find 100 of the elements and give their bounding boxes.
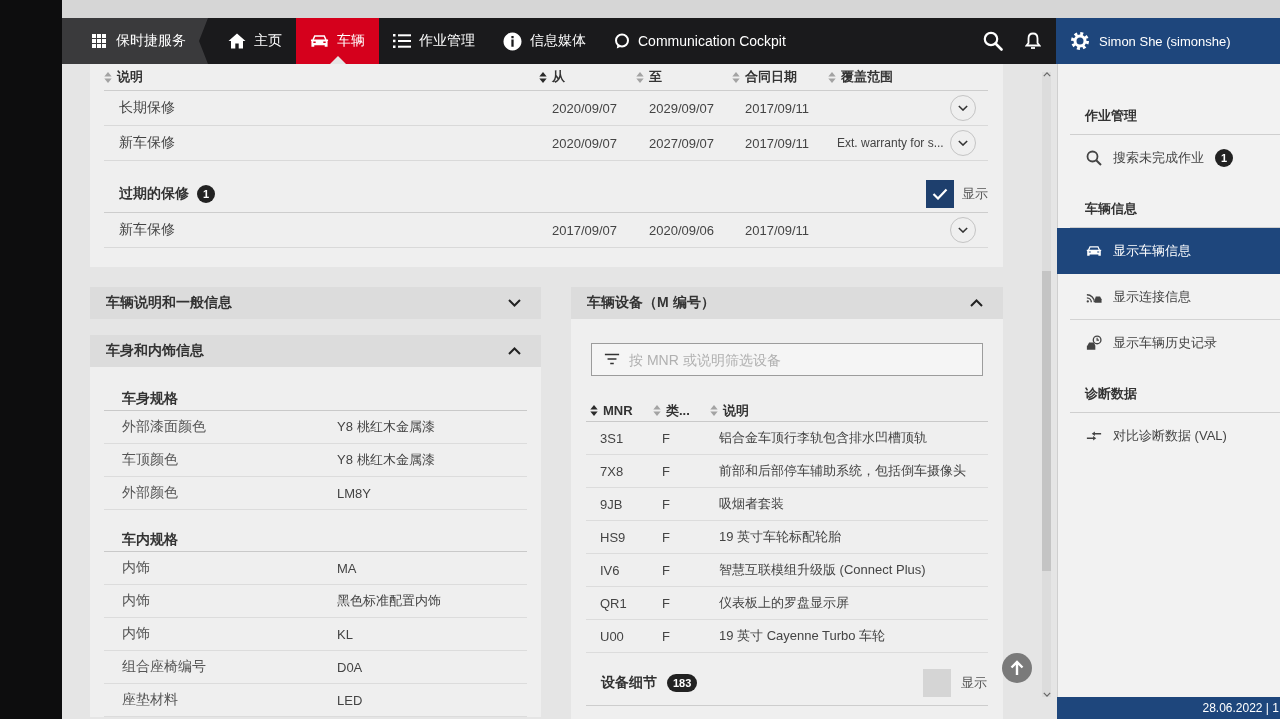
- warranty-type: 新车保修: [119, 221, 175, 239]
- spec-value: MA: [337, 560, 357, 576]
- end-date: 2029/09/07: [649, 100, 715, 116]
- checkbox-label: 显示: [961, 674, 987, 692]
- start-date: 2020/09/07: [552, 100, 618, 116]
- option-code: 3S1: [600, 430, 624, 446]
- spec-value: LED: [337, 692, 363, 708]
- option-code: 7X8: [600, 463, 624, 479]
- show-checkbox[interactable]: [926, 180, 954, 208]
- status-text: 28.06.2022 | 1: [1202, 701, 1279, 715]
- sidebar-item[interactable]: 对比诊断数据 (VAL): [1057, 413, 1280, 459]
- section-title: 过期的保修: [119, 185, 189, 203]
- home-icon: [228, 33, 246, 49]
- group-heading: 车身规格: [122, 389, 178, 408]
- count-badge: 1: [1215, 149, 1234, 167]
- option-type: F: [662, 628, 670, 644]
- spec-label: 座垫材料: [122, 691, 178, 709]
- accordion-header[interactable]: 车辆设备（M 编号）: [571, 287, 1003, 319]
- accordion-header[interactable]: 车辆说明和一般信息: [90, 287, 541, 319]
- option-description: 智慧互联模组升级版 (Connect Plus): [719, 561, 926, 579]
- sidebar-item[interactable]: 显示车辆历史记录: [1057, 320, 1280, 366]
- option-type: F: [662, 562, 670, 578]
- spec-value: LM8Y: [337, 485, 371, 501]
- nav-tab[interactable]: 作业管理: [379, 18, 489, 64]
- sidebar-item[interactable]: 搜索未完成作业 1: [1057, 135, 1280, 181]
- column-header[interactable]: 覆盖范围: [828, 68, 893, 86]
- end-date: 2027/09/07: [649, 135, 715, 151]
- column-header[interactable]: 至: [636, 68, 662, 86]
- gear-icon: [1070, 31, 1090, 51]
- end-date: 2020/09/06: [649, 222, 715, 238]
- column-header[interactable]: 从: [539, 68, 565, 86]
- search-icon: [983, 31, 1003, 51]
- search-icon: [1086, 150, 1102, 166]
- spec-value: KL: [337, 626, 353, 642]
- filter-field[interactable]: 按 MNR 或说明筛选设备: [591, 343, 983, 376]
- sidebar-heading: 诊断数据: [1085, 385, 1137, 403]
- chat-bubble-icon: [614, 33, 630, 49]
- spec-value: Y8 桃红木金属漆: [337, 451, 435, 469]
- column-header[interactable]: MNR: [590, 403, 633, 418]
- spec-label: 内饰: [122, 625, 150, 643]
- arrow-up-icon: [1010, 660, 1024, 676]
- column-header[interactable]: 合同日期: [732, 68, 797, 86]
- column-header[interactable]: 说明: [104, 68, 143, 86]
- list-icon: [393, 34, 411, 48]
- option-type: F: [662, 595, 670, 611]
- count-badge: 183: [667, 674, 698, 692]
- option-type: F: [662, 496, 670, 512]
- chevron-down-icon: [958, 227, 968, 233]
- nav-tab[interactable]: 信息媒体: [489, 18, 600, 64]
- show-checkbox[interactable]: [923, 669, 951, 697]
- spec-label: 内饰: [122, 592, 150, 610]
- section-title: 设备细节: [601, 674, 657, 692]
- warranty-type: 长期保修: [119, 99, 175, 117]
- option-description: 铝合金车顶行李轨包含排水凹槽顶轨: [719, 429, 927, 447]
- scroll-to-top-button[interactable]: [1002, 653, 1032, 683]
- chevron-down-icon: [1042, 692, 1051, 697]
- start-date: 2020/09/07: [552, 135, 618, 151]
- checkbox-label: 显示: [962, 185, 988, 203]
- option-code: QR1: [600, 595, 627, 611]
- option-description: 19 英寸车轮标配轮胎: [719, 528, 842, 546]
- option-description: 19 英寸 Cayenne Turbo 车轮: [719, 627, 886, 645]
- option-code: 9JB: [600, 496, 623, 512]
- chevron-up-icon: [1042, 72, 1051, 77]
- spec-value: Y8 桃红木金属漆: [337, 418, 435, 436]
- option-type: F: [662, 463, 670, 479]
- filter-icon: [604, 353, 620, 365]
- start-date: 2017/09/07: [552, 222, 618, 238]
- sidebar-heading: 车辆信息: [1085, 200, 1137, 218]
- option-code: U00: [600, 628, 624, 644]
- sidebar-heading: 作业管理: [1085, 107, 1137, 125]
- sidebar-item[interactable]: 显示车辆信息: [1057, 228, 1280, 274]
- option-description: 仪表板上的罗盘显示屏: [719, 594, 849, 612]
- car-icon: [310, 34, 329, 48]
- column-header[interactable]: 类...: [653, 401, 690, 420]
- option-type: F: [662, 430, 670, 446]
- scrollbar[interactable]: [1042, 72, 1051, 697]
- spec-value: 黑色标准配置内饰: [337, 592, 441, 610]
- option-type: F: [662, 529, 670, 545]
- column-header[interactable]: 说明: [710, 401, 749, 420]
- spec-label: 外部颜色: [122, 484, 178, 502]
- scrollbar-thumb[interactable]: [1042, 271, 1051, 571]
- contract-date: 2017/09/11: [745, 100, 810, 116]
- checkmark-icon: [932, 188, 948, 200]
- user-menu-button[interactable]: Simon She (simonshe): [1056, 18, 1280, 64]
- option-description: 吸烟者套装: [719, 495, 784, 513]
- app-menu-button[interactable]: 保时捷服务: [62, 18, 208, 64]
- grid-icon: [92, 34, 106, 48]
- chevron-down-icon: [958, 105, 968, 111]
- option-code: IV6: [600, 562, 620, 578]
- count-badge: 1: [197, 185, 216, 203]
- spec-value: D0A: [337, 659, 363, 675]
- contract-date: 2017/09/11: [745, 222, 810, 238]
- nav-tab[interactable]: Communication Cockpit: [600, 18, 800, 64]
- spec-label: 组合座椅编号: [122, 658, 206, 676]
- chevron-down-icon: [958, 140, 968, 146]
- nav-tab[interactable]: 车辆: [296, 18, 379, 64]
- nav-tab[interactable]: 主页: [214, 18, 296, 64]
- warranty-type: 新车保修: [119, 134, 175, 152]
- option-description: 前部和后部停车辅助系统，包括倒车摄像头: [719, 462, 966, 480]
- accordion-header[interactable]: 车身和内饰信息: [90, 335, 541, 367]
